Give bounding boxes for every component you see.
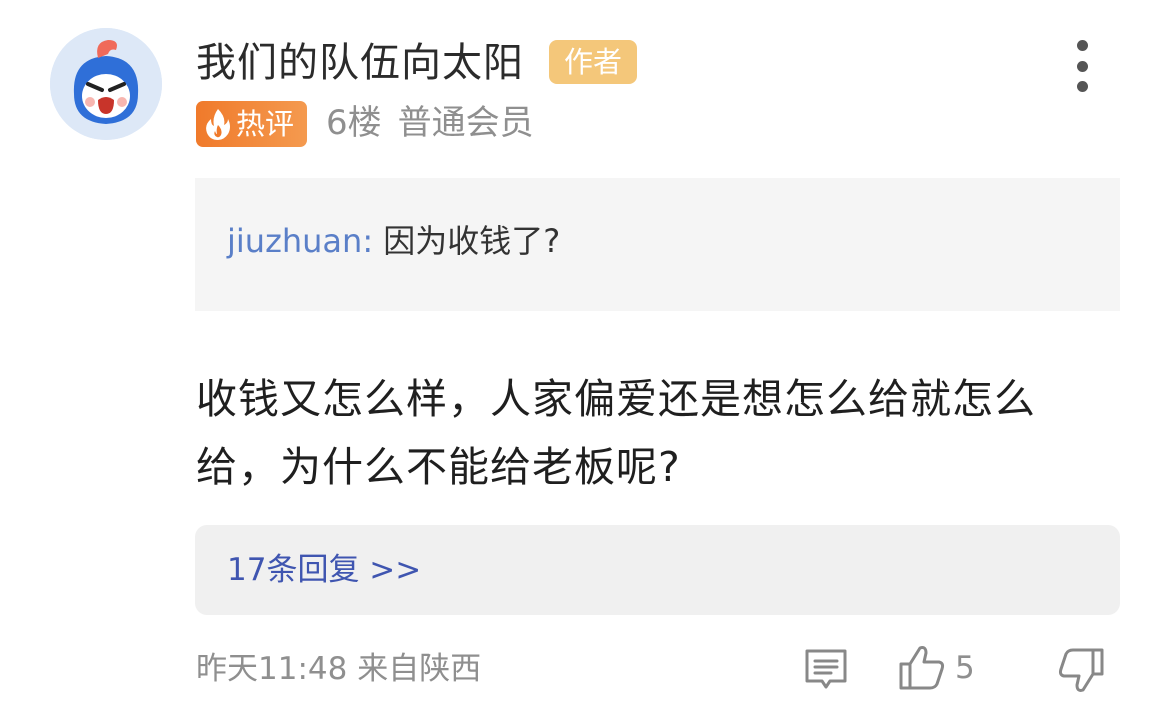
fire-icon (206, 109, 230, 140)
member-level: 普通会员 (397, 103, 534, 143)
thumbs-down-icon (1058, 648, 1104, 692)
timestamp-location: 昨天11:48 来自陕西 (196, 651, 482, 687)
avatar[interactable] (50, 28, 162, 140)
hot-badge-label: 热评 (236, 107, 295, 141)
more-options-button[interactable] (1062, 40, 1102, 92)
floor-number: 6楼 (326, 103, 382, 143)
meta-line: 6楼 普通会员 (326, 98, 534, 148)
comment-body: 收钱又怎么样，人家偏爱还是想怎么给就怎么给，为什么不能给老板呢? (196, 375, 1036, 491)
thumbs-up-icon (899, 646, 945, 690)
username[interactable]: 我们的队伍向太阳 (196, 36, 524, 90)
more-vertical-icon-dot (1076, 60, 1088, 72)
replies-panel[interactable]: 17条回复 >> (195, 525, 1120, 615)
more-vertical-icon (1076, 40, 1088, 51)
like-button[interactable] (896, 642, 948, 694)
author-badge: 作者 (549, 40, 637, 84)
quoted-text: 因为收钱了? (383, 222, 561, 260)
angry-cartoon-avatar-icon (50, 28, 162, 140)
quoted-comment[interactable]: jiuzhuan: 因为收钱了? (195, 178, 1120, 311)
like-count: 5 (955, 650, 975, 686)
reply-button[interactable] (802, 645, 850, 693)
dislike-button[interactable] (1055, 644, 1107, 696)
hot-comment-badge: 热评 (196, 101, 307, 147)
view-replies-link[interactable]: 17条回复 >> (227, 545, 421, 595)
comment-icon (805, 649, 847, 689)
more-vertical-icon-dot (1076, 81, 1088, 92)
quoted-username[interactable]: jiuzhuan: (227, 222, 373, 260)
